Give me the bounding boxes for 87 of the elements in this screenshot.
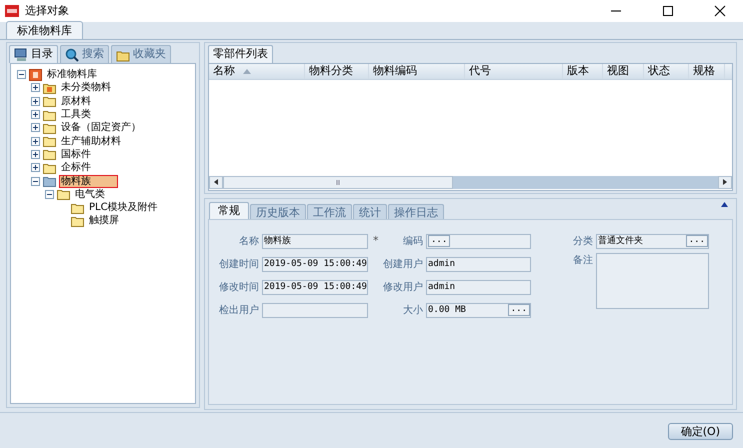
field-label: 名称 bbox=[238, 234, 259, 248]
field-label: 创建用户 bbox=[382, 258, 423, 272]
folder-icon bbox=[43, 122, 56, 134]
expand-icon[interactable] bbox=[31, 123, 40, 132]
tree-item[interactable]: 触摸屏 bbox=[87, 214, 121, 228]
expand-icon[interactable] bbox=[31, 150, 40, 159]
scroll-right-icon[interactable] bbox=[723, 179, 727, 185]
folder-icon bbox=[43, 135, 56, 148]
expand-icon[interactable] bbox=[31, 136, 40, 146]
detail-tab[interactable]: 操作日志 bbox=[388, 204, 444, 218]
tree-item[interactable]: 电气类 bbox=[73, 188, 107, 201]
app-logo-icon bbox=[5, 5, 19, 17]
detail-tab[interactable]: 统计 bbox=[353, 204, 387, 218]
tree-item[interactable]: 原材料 bbox=[59, 94, 93, 108]
folder-icon bbox=[43, 108, 56, 121]
browse-button[interactable]: ... bbox=[508, 304, 530, 316]
field-label: 备注 bbox=[572, 254, 593, 268]
maximize-icon[interactable] bbox=[662, 5, 674, 17]
notes-field[interactable] bbox=[596, 252, 709, 308]
text-field[interactable]: admin bbox=[426, 280, 531, 294]
text-field[interactable]: 普通文件夹 ... bbox=[596, 234, 709, 248]
text-field[interactable]: 2019-05-09 15:00:49 bbox=[262, 256, 368, 272]
tree-item[interactable]: 设备（固定资产） bbox=[59, 121, 143, 134]
browse-button[interactable]: ... bbox=[686, 235, 708, 247]
collapse-icon[interactable] bbox=[45, 190, 54, 199]
folder-icon bbox=[43, 82, 56, 94]
field-label: 修改时间 bbox=[218, 280, 259, 294]
column-header[interactable]: 代号 bbox=[465, 64, 563, 78]
collapse-icon[interactable] bbox=[17, 70, 26, 80]
folder-icon bbox=[71, 202, 84, 214]
collapse-arrow-icon[interactable] bbox=[721, 202, 728, 206]
text-field[interactable]: 2019-05-09 15:00:49 bbox=[262, 280, 368, 294]
tree-item[interactable]: 国标件 bbox=[59, 148, 93, 161]
field-label: 分类 bbox=[572, 234, 593, 248]
folder-icon bbox=[43, 148, 56, 160]
text-field[interactable]: 0.00 MB ... bbox=[426, 302, 531, 318]
tree-item[interactable]: PLC模块及附件 bbox=[87, 201, 160, 214]
library-icon bbox=[29, 68, 42, 81]
collapse-icon[interactable] bbox=[31, 176, 40, 186]
search-icon bbox=[65, 48, 79, 62]
column-header[interactable]: 名称 bbox=[209, 64, 305, 78]
folder-icon bbox=[43, 95, 56, 108]
tree-item[interactable]: 物料族 bbox=[59, 174, 118, 188]
field-label: 编码 bbox=[402, 234, 423, 248]
folder-icon bbox=[43, 162, 56, 174]
expand-icon[interactable] bbox=[31, 83, 40, 92]
column-header[interactable]: 物料分类 bbox=[305, 64, 369, 78]
monitor-icon bbox=[14, 48, 28, 62]
text-field[interactable]: admin bbox=[426, 256, 531, 272]
sidebar-tab[interactable]: 目录 bbox=[9, 45, 58, 63]
library-tab[interactable]: 标准物料库 bbox=[6, 21, 83, 39]
panel-tab[interactable]: 零部件列表 bbox=[208, 45, 273, 62]
expand-icon[interactable] bbox=[31, 110, 40, 120]
horizontal-scrollbar[interactable] bbox=[209, 176, 732, 188]
required-mark: * bbox=[373, 232, 378, 249]
folder-icon bbox=[43, 175, 56, 188]
text-field[interactable]: ... bbox=[426, 234, 531, 248]
field-label: 大小 bbox=[402, 304, 423, 318]
sidebar-tab[interactable]: 搜索 bbox=[60, 45, 109, 63]
column-header[interactable]: 视图 bbox=[603, 64, 644, 78]
close-icon[interactable] bbox=[714, 5, 726, 17]
detail-tab[interactable]: 常规 bbox=[209, 202, 249, 218]
expand-icon[interactable] bbox=[31, 96, 40, 106]
text-field[interactable]: 物料族 bbox=[262, 234, 368, 248]
tree-item[interactable]: 未分类物料 bbox=[59, 81, 113, 94]
scroll-left-icon[interactable] bbox=[214, 179, 218, 185]
ok-button[interactable]: 确定(O) bbox=[668, 423, 733, 440]
column-header[interactable]: 版本 bbox=[563, 64, 603, 78]
tree-item[interactable]: 标准物料库 bbox=[45, 68, 99, 82]
column-header[interactable]: 规格 bbox=[689, 64, 725, 78]
field-label: 创建时间 bbox=[218, 258, 259, 272]
column-header[interactable]: 物料编码 bbox=[369, 64, 465, 78]
detail-tab[interactable]: 工作流 bbox=[307, 204, 352, 218]
column-header[interactable]: 状态 bbox=[644, 64, 689, 78]
tree-item[interactable]: 工具类 bbox=[59, 108, 93, 122]
tree-item[interactable]: 企标件 bbox=[59, 161, 93, 174]
text-field[interactable] bbox=[262, 302, 368, 318]
field-label: 修改用户 bbox=[382, 280, 423, 294]
field-label: 检出用户 bbox=[218, 304, 259, 318]
grip-icon bbox=[336, 180, 340, 184]
detail-tab[interactable]: 历史版本 bbox=[250, 204, 306, 218]
tree-item[interactable]: 生产辅助材料 bbox=[59, 134, 123, 148]
browse-button[interactable]: ... bbox=[428, 235, 450, 247]
sidebar-tab[interactable]: 收藏夹 bbox=[111, 45, 171, 63]
window-title: 选择对象 bbox=[25, 2, 69, 19]
folder-icon bbox=[71, 214, 84, 227]
expand-icon[interactable] bbox=[31, 163, 40, 172]
